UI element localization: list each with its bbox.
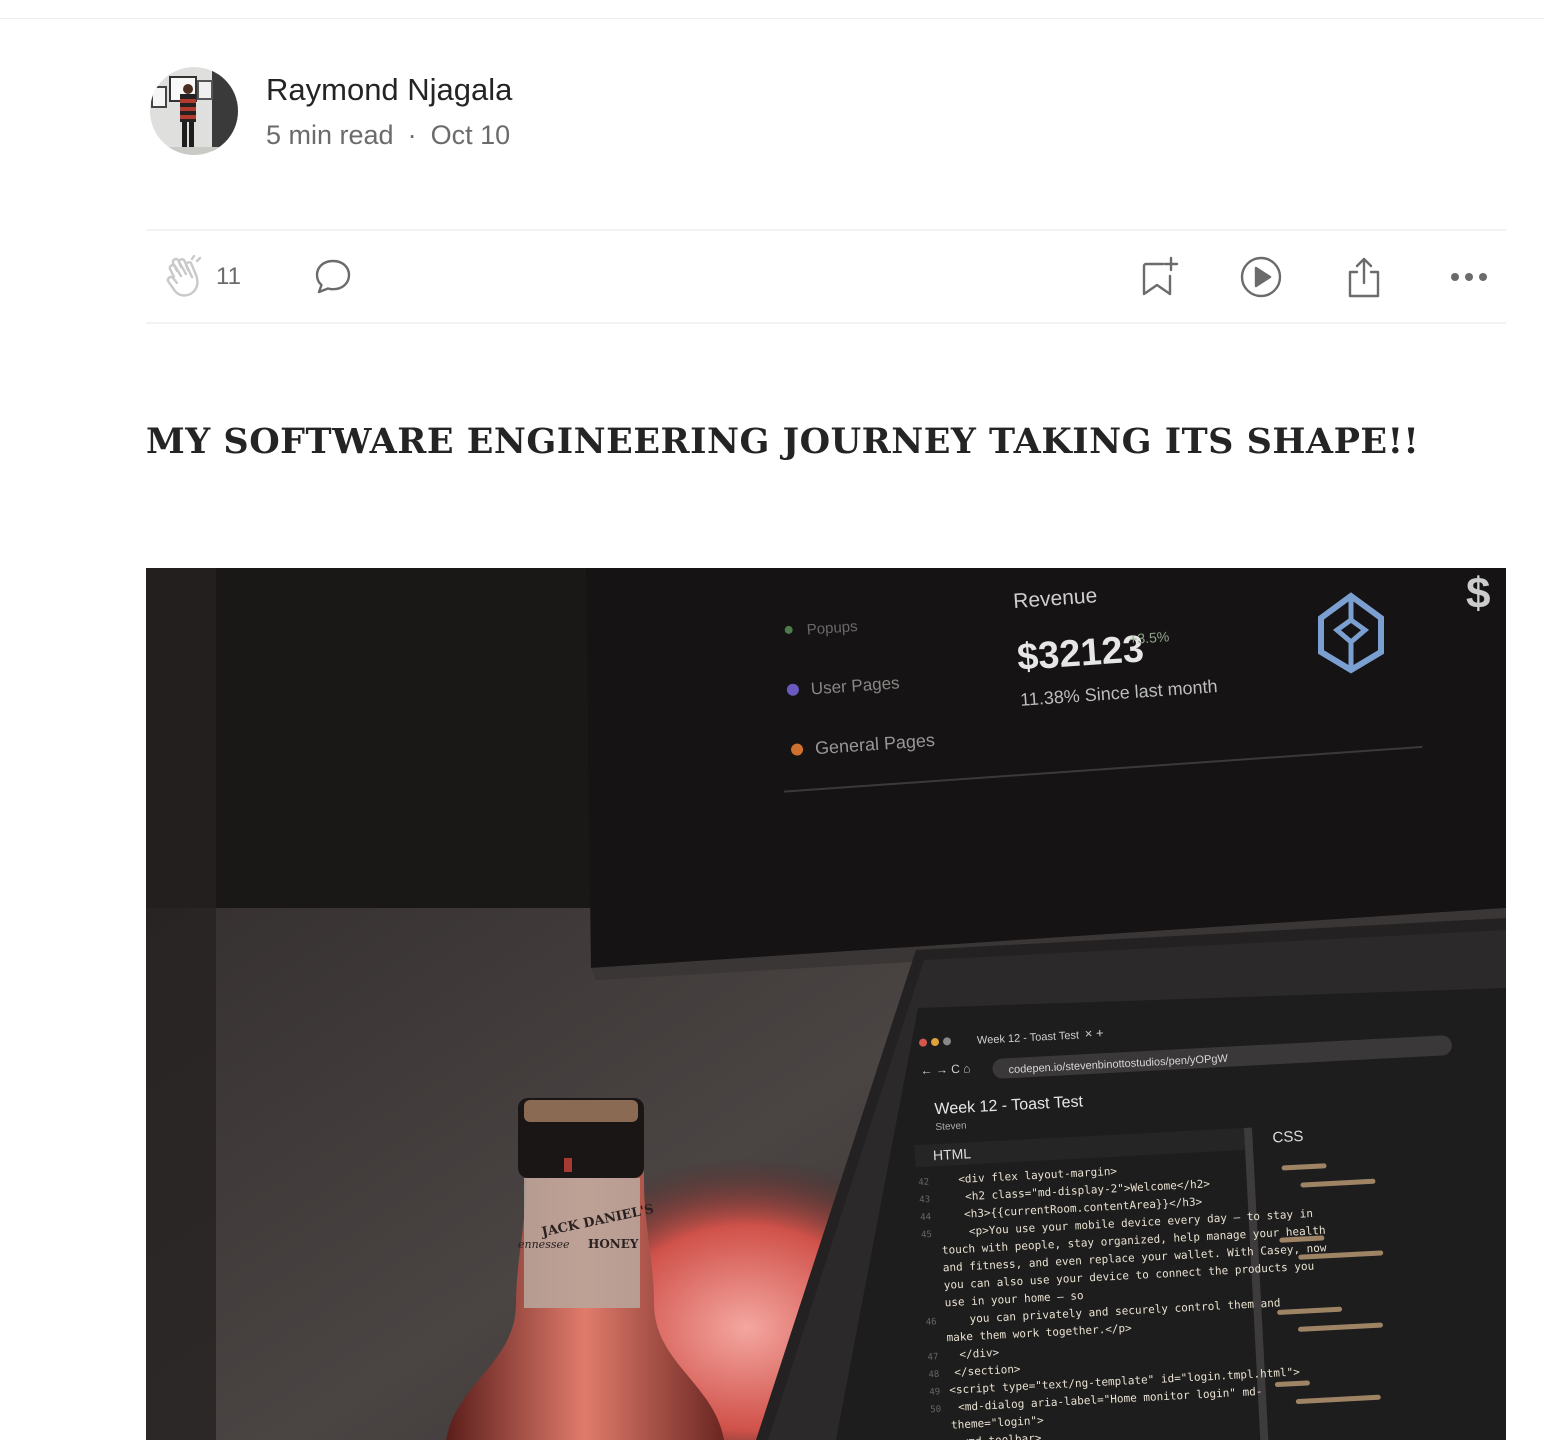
dashboard-menu-popups: Popups <box>806 618 858 639</box>
comment-icon <box>314 258 352 296</box>
css-panel-label: CSS <box>1272 1128 1304 1147</box>
pen-author: Steven <box>935 1120 967 1133</box>
svg-text:← → C ⌂: ← → C ⌂ <box>920 1061 971 1078</box>
bookmark-add-icon <box>1140 256 1180 298</box>
comment-button[interactable] <box>314 231 352 322</box>
publish-date: Oct 10 <box>430 120 511 150</box>
code-line-number: 44 <box>920 1212 931 1223</box>
more-icon <box>1450 272 1488 282</box>
save-button[interactable] <box>1140 231 1180 322</box>
svg-text:$: $ <box>1466 569 1490 618</box>
clap-icon <box>164 254 204 299</box>
code-line-number: 42 <box>918 1178 929 1189</box>
hero-image: Popups User Pages General Pages Revenue … <box>146 568 1506 1440</box>
code-line: </div> <box>959 1346 1000 1361</box>
dashboard-amount: $32123 <box>1016 628 1145 679</box>
code-line-number: 45 <box>921 1230 932 1241</box>
html-panel-label: HTML <box>933 1145 972 1163</box>
code-line-number: 48 <box>928 1370 939 1381</box>
clap-count: 11 <box>216 262 241 290</box>
post-meta: 5 min read · Oct 10 <box>266 119 512 151</box>
meta-separator: · <box>407 120 417 150</box>
share-button[interactable] <box>1346 231 1382 322</box>
code-line-number: 50 <box>930 1405 941 1416</box>
dashboard-change: +3.5% <box>1129 628 1170 647</box>
article-title: MY SOFTWARE ENGINEERING JOURNEY TAKING I… <box>146 421 1420 462</box>
bottle-sub-left: ennessee <box>518 1238 570 1251</box>
author-avatar[interactable] <box>150 67 238 155</box>
action-bar: 11 <box>146 229 1506 324</box>
author-name[interactable]: Raymond Njagala <box>266 71 512 109</box>
author-block: Raymond Njagala 5 min read · Oct 10 <box>150 67 512 155</box>
code-line-number: 49 <box>929 1387 940 1398</box>
read-time: 5 min read <box>266 120 394 150</box>
code-line-number: 43 <box>919 1195 930 1206</box>
clap-button[interactable]: 11 <box>164 231 241 322</box>
more-options-button[interactable] <box>1450 231 1488 322</box>
play-icon <box>1240 256 1282 298</box>
share-icon <box>1346 256 1382 298</box>
code-line-number: 47 <box>927 1352 938 1363</box>
bottle-sub-right: HONEY <box>588 1237 639 1251</box>
top-divider <box>0 18 1544 19</box>
listen-button[interactable] <box>1240 231 1282 322</box>
svg-text:× +: × + <box>1084 1025 1104 1041</box>
code-line-number: 46 <box>925 1317 936 1328</box>
